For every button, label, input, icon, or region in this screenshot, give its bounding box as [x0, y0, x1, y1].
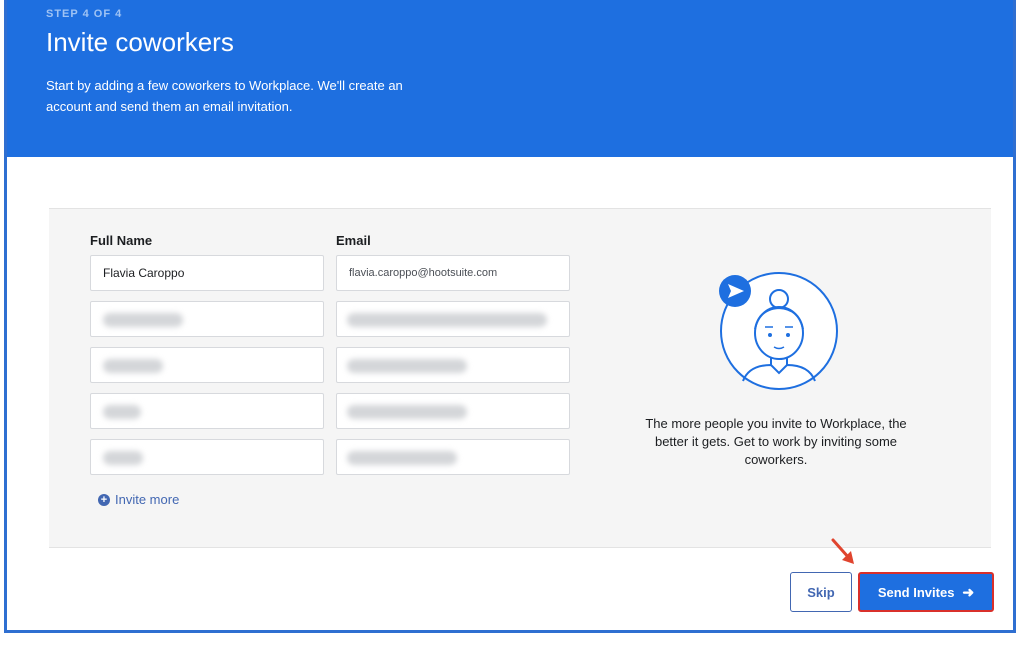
invite-more-link[interactable]: + Invite more [98, 492, 179, 507]
page-subtitle: Start by adding a few coworkers to Workp… [46, 78, 403, 114]
email-column-label: Email [336, 233, 371, 248]
annotation-arrow-icon [831, 538, 854, 564]
redacted-text [103, 451, 143, 465]
skip-button[interactable]: Skip [790, 572, 852, 612]
redacted-text [103, 313, 183, 327]
full-name-column-label: Full Name [90, 233, 153, 248]
page-title: Invite coworkers [46, 27, 234, 57]
full-name-input-1[interactable] [90, 255, 324, 291]
email-input-1[interactable] [336, 255, 570, 291]
invite-info-text: The more people you invite to Workplace,… [645, 416, 907, 467]
redacted-text [347, 313, 547, 327]
redacted-text [347, 359, 467, 373]
redacted-text [103, 405, 141, 419]
step-indicator: STEP 4 OF 4 [46, 8, 123, 20]
redacted-text [347, 451, 457, 465]
email-input-3[interactable] [336, 347, 570, 383]
send-invites-button[interactable]: Send Invites ➜ [858, 572, 994, 612]
redacted-text [347, 405, 467, 419]
full-name-input-5[interactable] [90, 439, 324, 475]
full-name-input-3[interactable] [90, 347, 324, 383]
send-invites-label: Send Invites [877, 584, 955, 600]
email-input-4[interactable] [336, 393, 570, 429]
full-name-input-4[interactable] [90, 393, 324, 429]
email-input-5[interactable] [336, 439, 570, 475]
header-banner: STEP 4 OF 4 Invite coworkers Start by ad… [7, 0, 1013, 157]
coworker-avatar-illustration [719, 272, 838, 390]
email-input-2[interactable] [336, 301, 570, 337]
full-name-input-2[interactable] [90, 301, 324, 337]
plus-circle-icon: + [98, 493, 110, 506]
invite-form-panel: Full Name Email Flavia Caroppo flavia.ca… [49, 208, 991, 548]
redacted-text [103, 359, 163, 373]
invite-more-label: Invite more [115, 492, 180, 507]
invite-dialog: STEP 4 OF 4 Invite coworkers Start by ad… [4, 0, 1016, 633]
arrow-right-icon: ➜ [962, 583, 975, 600]
